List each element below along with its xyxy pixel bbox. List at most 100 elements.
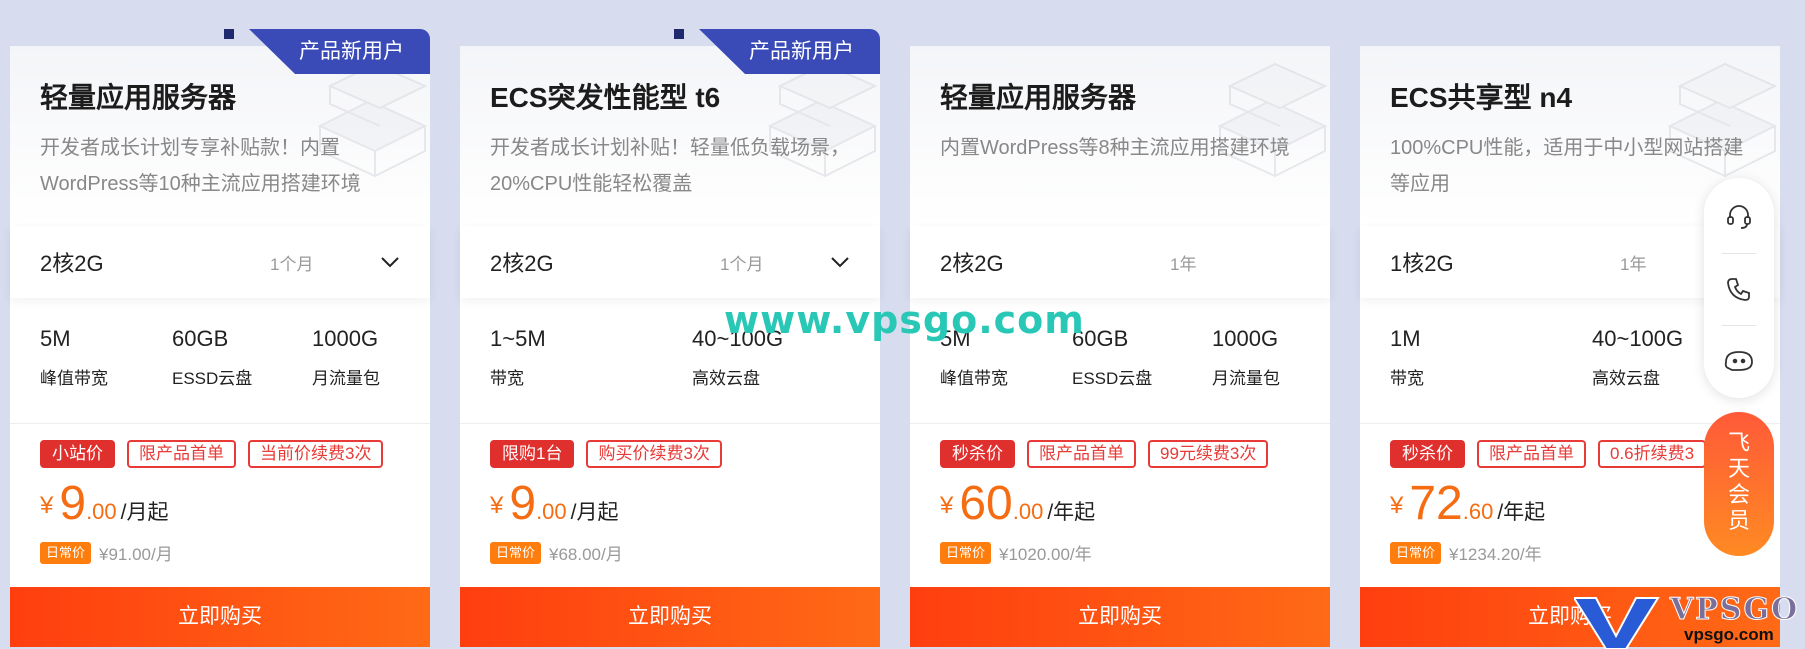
currency-symbol: ¥ <box>940 492 954 519</box>
product-title: ECS共享型 n4 <box>1390 82 1573 113</box>
promo-tags: 限购1台 购买价续费3次 <box>490 440 722 468</box>
feature-label: ESSD云盘 <box>172 369 253 388</box>
feature-label: 月流量包 <box>1212 369 1280 388</box>
regular-price-tag: 日常价 <box>40 541 92 564</box>
period-value: 1年 <box>1170 254 1197 274</box>
period-value: 1个月 <box>270 254 314 274</box>
watermark-text: www.vpsgo.com <box>724 298 1085 342</box>
price-unit: /年起 <box>1047 501 1096 524</box>
currency-symbol: ¥ <box>490 492 504 519</box>
buy-now-button[interactable]: 立即购买 <box>10 587 430 647</box>
price: ¥9.00/月起 <box>40 476 169 531</box>
config-value: 1核2G <box>1390 251 1454 276</box>
feature-item: 1~5M 带宽 <box>490 326 546 389</box>
feature-value: 1M <box>1390 326 1421 351</box>
original-price: 日常价 ¥1234.20/年 <box>1390 540 1542 565</box>
badge-fold <box>224 29 234 39</box>
product-title: 轻量应用服务器 <box>40 82 237 113</box>
promo-tag: 限产品首单 <box>1027 440 1136 468</box>
config-value: 2核2G <box>940 251 1004 276</box>
logo-url: vpsgo.com <box>1684 625 1774 644</box>
price-integer: 9 <box>509 477 537 530</box>
price-decimal: .60 <box>1462 499 1494 524</box>
price-integer: 9 <box>59 477 87 530</box>
feature-item: 60GB ESSD云盘 <box>172 326 252 389</box>
regular-price-value: ¥68.00/月 <box>549 545 623 564</box>
product-card: 产品新用户 轻量应用服务器 开发者成长计划专享补贴款！内置WordPress等1… <box>10 29 430 647</box>
product-description: 内置WordPress等8种主流应用搭建环境 <box>940 137 1290 159</box>
feature-item: 1M 带宽 <box>1390 326 1424 389</box>
chevron-down-icon[interactable] <box>380 252 400 272</box>
buy-now-button[interactable]: 立即购买 <box>460 587 880 647</box>
feature-value: 1~5M <box>490 326 546 351</box>
feature-label: 月流量包 <box>312 369 380 388</box>
product-card: 产品新用户 ECS突发性能型 t6 开发者成长计划补贴！轻量低负载场景，20%C… <box>460 29 880 647</box>
price-decimal: .00 <box>1012 499 1044 524</box>
floating-contact-panel <box>1704 178 1774 398</box>
feature-value: 1000G <box>1212 326 1279 351</box>
price-integer: 72 <box>1409 477 1463 530</box>
feature-item: 1000G 月流量包 <box>312 326 380 389</box>
vip-member-button[interactable]: 飞 天 会 员 <box>1704 412 1774 556</box>
v-logo-icon <box>1572 597 1660 649</box>
promo-tag: 购买价续费3次 <box>586 440 722 468</box>
vip-char: 会 <box>1727 482 1750 507</box>
original-price: 日常价 ¥68.00/月 <box>490 540 623 565</box>
product-title: 轻量应用服务器 <box>940 82 1137 113</box>
promo-tag: 秒杀价 <box>1390 440 1465 468</box>
promo-tag: 限购1台 <box>490 440 575 468</box>
badge-fold <box>674 29 684 39</box>
price-unit: /月起 <box>570 501 619 524</box>
period-value: 1年 <box>1620 254 1647 274</box>
price-integer: 60 <box>959 477 1013 530</box>
promo-tag: 限产品首单 <box>127 440 236 468</box>
product-title: ECS突发性能型 t6 <box>490 82 721 113</box>
promo-tag: 秒杀价 <box>940 440 1015 468</box>
product-card: 轻量应用服务器 内置WordPress等8种主流应用搭建环境 2核2G 1年 5… <box>910 46 1330 647</box>
spec-selector[interactable]: 2核2G 1年 <box>910 226 1330 298</box>
feature-item: 5M 峰值带宽 <box>40 326 108 389</box>
original-price: 日常价 ¥1020.00/年 <box>940 540 1092 565</box>
buy-now-button[interactable]: 立即购买 <box>910 587 1330 647</box>
regular-price-value: ¥91.00/月 <box>99 545 173 564</box>
feature-label: 峰值带宽 <box>40 369 108 388</box>
promo-tag: 0.6折续费3 <box>1598 440 1707 468</box>
promo-tags: 秒杀价 限产品首单 99元续费3次 <box>940 440 1269 468</box>
feature-label: 带宽 <box>1390 369 1424 388</box>
regular-price-tag: 日常价 <box>940 541 992 564</box>
promo-tag: 限产品首单 <box>1477 440 1586 468</box>
regular-price-value: ¥1234.20/年 <box>1449 545 1542 564</box>
currency-symbol: ¥ <box>1390 492 1404 519</box>
promo-tag: 小站价 <box>40 440 115 468</box>
spec-selector[interactable]: 2核2G 1个月 <box>460 226 880 298</box>
price-decimal: .00 <box>86 499 117 524</box>
feature-value: 60GB <box>172 326 229 351</box>
phone-icon[interactable] <box>1704 254 1774 324</box>
feature-list: 5M 峰值带宽 60GB ESSD云盘 1000G 月流量包 <box>10 298 430 424</box>
product-description: 100%CPU性能，适用于中小型网站搭建等应用 <box>1390 137 1744 195</box>
headset-icon[interactable] <box>1704 182 1774 252</box>
vip-char: 员 <box>1727 508 1750 533</box>
vip-char: 飞 <box>1727 430 1750 455</box>
feature-label: 峰值带宽 <box>940 369 1008 388</box>
price-decimal: .00 <box>536 499 567 524</box>
chevron-down-icon[interactable] <box>830 252 850 272</box>
currency-symbol: ¥ <box>40 492 54 519</box>
spec-selector[interactable]: 2核2G 1个月 <box>10 226 430 298</box>
product-description: 开发者成长计划补贴！轻量低负载场景，20%CPU性能轻松覆盖 <box>490 137 850 195</box>
feature-label: 高效云盘 <box>692 369 760 388</box>
feature-item: 1000G 月流量包 <box>1212 326 1280 389</box>
original-price: 日常价 ¥91.00/月 <box>40 540 173 565</box>
period-value: 1个月 <box>720 254 764 274</box>
promo-tags: 秒杀价 限产品首单 0.6折续费3 <box>1390 440 1707 468</box>
feature-item: 40~100G 高效云盘 <box>1592 326 1683 389</box>
price-unit: /年起 <box>1497 501 1546 524</box>
promo-tags: 小站价 限产品首单 当前价续费3次 <box>40 440 384 468</box>
card-header: 轻量应用服务器 内置WordPress等8种主流应用搭建环境 <box>910 46 1330 226</box>
feature-value: 5M <box>40 326 71 351</box>
feature-label: 带宽 <box>490 369 524 388</box>
regular-price-value: ¥1020.00/年 <box>999 545 1092 564</box>
chat-bot-icon[interactable] <box>1704 326 1774 396</box>
regular-price-tag: 日常价 <box>490 541 542 564</box>
promo-tag: 99元续费3次 <box>1148 440 1269 468</box>
